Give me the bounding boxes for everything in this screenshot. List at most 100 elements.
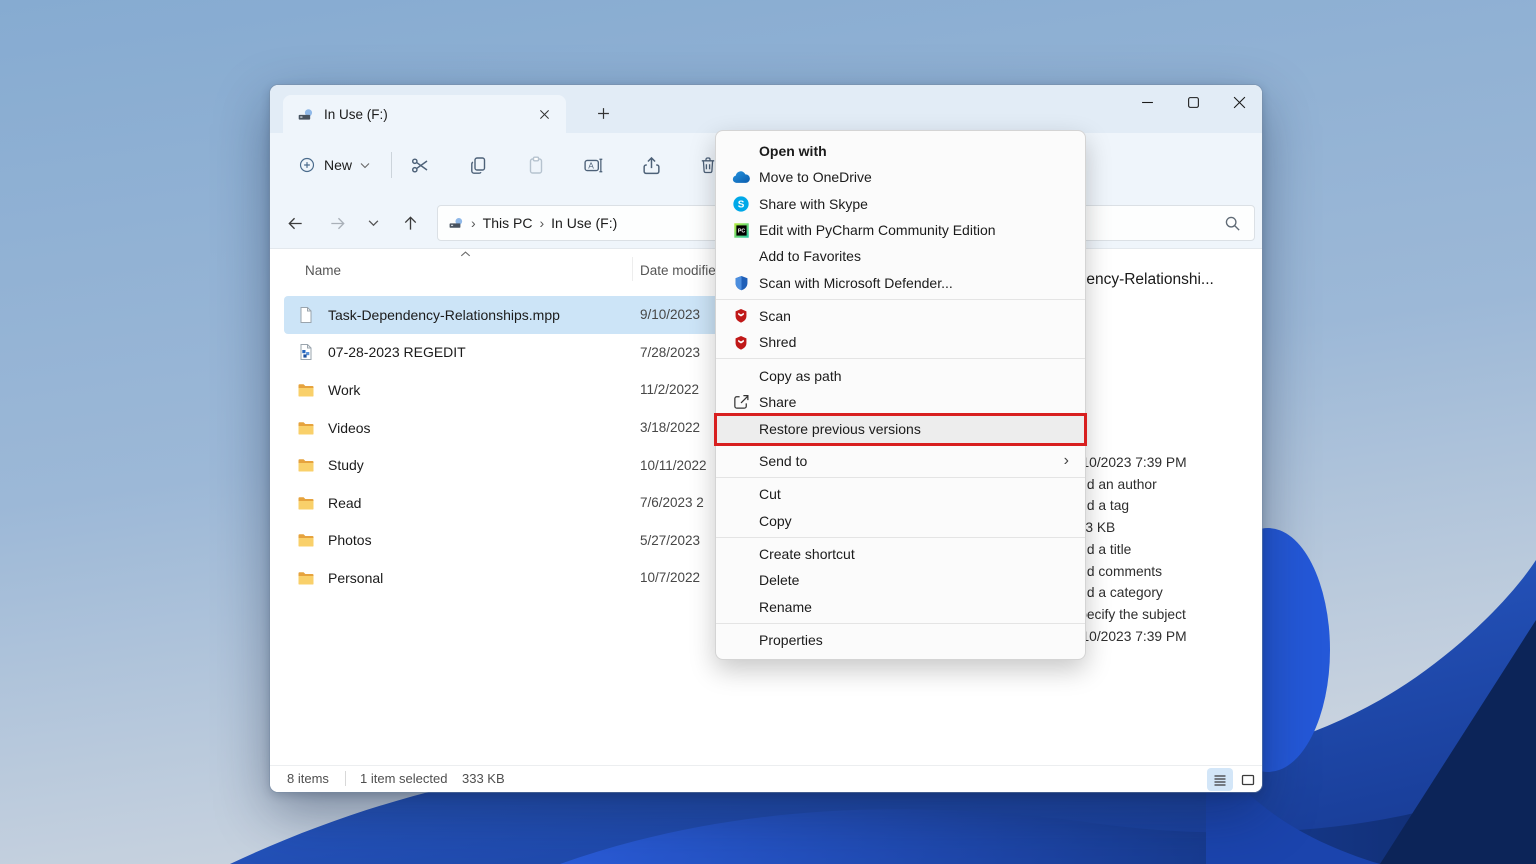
copy-button[interactable] (458, 147, 498, 183)
menu-item-rename[interactable]: Rename (716, 593, 1085, 619)
menu-item-send-to[interactable]: Send to › (716, 448, 1085, 474)
plus-circle-icon (298, 156, 316, 174)
menu-item-delete[interactable]: Delete (716, 567, 1085, 593)
share-button[interactable] (631, 147, 671, 183)
menu-item-create-shortcut[interactable]: Create shortcut (716, 541, 1085, 567)
up-button[interactable] (395, 208, 425, 238)
onedrive-icon (730, 168, 752, 186)
column-header-date-modified[interactable]: Date modified (640, 263, 723, 278)
chevron-down-icon (360, 162, 370, 169)
minimize-button[interactable] (1124, 85, 1170, 119)
menu-item-share[interactable]: Share (716, 389, 1085, 415)
close-button[interactable] (1216, 85, 1262, 119)
no-icon (730, 571, 752, 589)
no-icon (730, 598, 752, 616)
new-button[interactable]: New (288, 148, 380, 182)
details-pane-value: 9/10/2023 7:39 PM (1070, 455, 1187, 470)
menu-item-copy-as-path[interactable]: Copy as path (716, 362, 1085, 388)
menu-item-scan-with-microsoft-defender[interactable]: Scan with Microsoft Defender... (716, 269, 1085, 295)
file-date-modified: 7/28/2023 (640, 344, 701, 360)
menu-separator (716, 358, 1085, 360)
menu-item-cut[interactable]: Cut (716, 481, 1085, 507)
file-date-modified: 7/6/2023 2 (640, 495, 704, 511)
large-icons-view-toggle[interactable] (1235, 768, 1261, 791)
details-pane-value[interactable]: Specify the subject (1070, 604, 1187, 626)
breadcrumb-item-this-pc[interactable]: This PC (483, 215, 533, 231)
paste-icon (526, 155, 546, 175)
back-button[interactable] (280, 208, 310, 238)
new-button-label: New (324, 157, 353, 173)
tab-in-use-f[interactable]: In Use (F:) (283, 95, 566, 133)
no-icon (730, 420, 752, 438)
status-item-count: 8 items (287, 771, 329, 786)
submenu-arrow-icon: › (1063, 452, 1069, 470)
menu-item-copy[interactable]: Copy (716, 508, 1085, 534)
svg-text:S: S (738, 199, 745, 210)
scissors-icon (410, 155, 431, 176)
details-pane-value[interactable]: Add comments (1070, 561, 1187, 583)
recent-locations-button[interactable] (358, 208, 388, 238)
details-pane-value: 9/10/2023 7:39 PM (1070, 628, 1187, 644)
file-date-modified: 3/18/2022 (640, 420, 701, 436)
tab-title: In Use (F:) (324, 106, 388, 122)
menu-item-properties[interactable]: Properties (716, 627, 1085, 653)
no-icon (730, 452, 752, 470)
pycharm-icon: PC (730, 221, 752, 239)
menu-item-scan[interactable]: Scan (716, 303, 1085, 329)
status-divider (345, 771, 346, 786)
breadcrumb-chevron-icon: › (539, 215, 545, 231)
breadcrumb-chevron-icon: › (471, 215, 476, 231)
folder-icon (296, 380, 316, 400)
no-icon (730, 545, 752, 563)
registry-file-icon (296, 342, 316, 362)
rename-button[interactable]: A (573, 147, 613, 183)
no-icon (730, 485, 752, 503)
details-pane-value[interactable]: Add a title (1070, 539, 1187, 561)
drive-icon (297, 106, 314, 123)
file-date-modified: 9/10/2023 (640, 307, 701, 323)
menu-item-edit-with-pycharm-community-edition[interactable]: PC Edit with PyCharm Community Edition (716, 217, 1085, 243)
details-pane-value[interactable]: Add a tag (1070, 495, 1187, 517)
sort-ascending-caret-icon (458, 249, 473, 259)
maximize-button[interactable] (1170, 85, 1216, 119)
drive-icon (448, 215, 464, 231)
breadcrumb-item-drive[interactable]: In Use (F:) (551, 215, 617, 231)
details-pane-value[interactable]: Add a category (1070, 582, 1187, 604)
svg-text:A: A (588, 160, 594, 170)
file-name: Work (328, 381, 361, 398)
column-header-name[interactable]: Name (305, 263, 341, 278)
menu-item-share-with-skype[interactable]: S Share with Skype (716, 191, 1085, 217)
no-icon (730, 631, 752, 649)
menu-separator (716, 536, 1085, 538)
menu-separator (716, 477, 1085, 479)
titlebar[interactable]: In Use (F:) (270, 85, 1262, 133)
tab-close-button[interactable] (532, 102, 556, 126)
menu-item-move-to-onedrive[interactable]: Move to OneDrive (716, 164, 1085, 190)
search-icon (1223, 214, 1242, 233)
forward-button[interactable] (322, 208, 352, 238)
share-icon (730, 393, 752, 411)
menu-item-open-with[interactable]: Open with (716, 138, 1085, 164)
menu-item-shred[interactable]: Shred (716, 329, 1085, 355)
paste-button[interactable] (516, 147, 556, 183)
cut-button[interactable] (400, 147, 440, 183)
menu-item-add-to-favorites[interactable]: Add to Favorites (716, 243, 1085, 269)
file-name: Task-Dependency-Relationships.mpp (328, 306, 560, 323)
folder-icon (296, 455, 316, 475)
no-icon (730, 247, 752, 265)
folder-icon (296, 418, 316, 438)
details-pane-value: 333 KB (1070, 520, 1116, 536)
no-icon (730, 142, 752, 160)
details-view-toggle[interactable] (1207, 768, 1233, 791)
menu-item-restore-previous-versions[interactable]: Restore previous versions (714, 412, 1087, 446)
toolbar-divider (391, 152, 392, 178)
column-divider[interactable] (632, 257, 633, 281)
new-tab-button[interactable] (588, 99, 618, 127)
file-name: Personal (328, 569, 384, 586)
file-name: Study (328, 457, 364, 474)
mcafee-shield-icon (730, 307, 752, 325)
details-pane-value[interactable]: Add an author (1070, 474, 1187, 496)
file-date-modified: 10/7/2022 (640, 570, 701, 586)
menu-separator (716, 298, 1085, 300)
share-toolbar-icon (641, 155, 662, 176)
